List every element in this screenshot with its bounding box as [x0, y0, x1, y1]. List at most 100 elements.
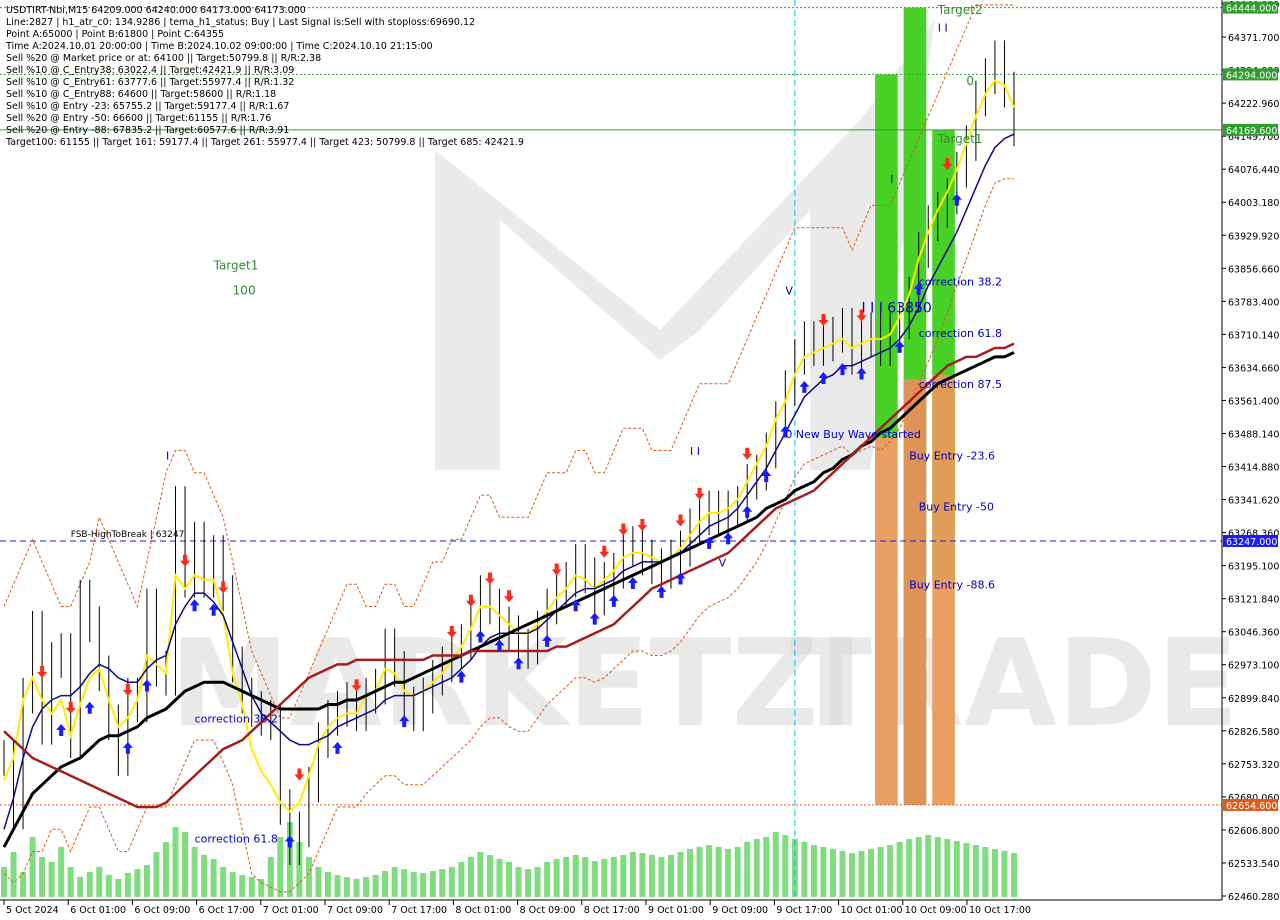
x-axis-tick-label: 8 Oct 09:00 [520, 905, 576, 916]
sell-arrow-icon [465, 594, 476, 607]
volume-bar [534, 867, 541, 897]
info-line: Line:2827 | h1_atr_c0: 134.9286 | tema_h… [6, 17, 475, 28]
buy-arrow-icon [189, 599, 200, 612]
volume-bar [477, 852, 484, 897]
volume-bar [753, 839, 760, 897]
y-axis-tick-label: 63488.140 [1228, 429, 1279, 440]
volume-bar [372, 875, 379, 897]
price-tag-label: 63247.000 [1226, 537, 1277, 548]
volume-bar [801, 842, 808, 897]
sell-arrow-icon [37, 666, 48, 679]
chart-annotation-label: I I I 63850 [862, 300, 932, 316]
buy-arrow-icon [761, 470, 772, 483]
volume-bar [525, 869, 532, 897]
sell-arrow-icon [742, 447, 753, 460]
chart-annotation-label: I [166, 449, 169, 462]
buy-arrow-icon [608, 594, 619, 607]
volume-bar [772, 832, 779, 897]
sell-arrow-icon [694, 487, 705, 500]
x-axis-tick-label: 7 Oct 09:00 [327, 905, 383, 916]
volume-bar [820, 847, 827, 897]
volume-bar [953, 841, 960, 897]
buy-arrow-icon [141, 679, 152, 692]
volume-bar [201, 855, 208, 897]
y-axis-tick-label: 63121.840 [1228, 595, 1279, 606]
info-line: Sell %10 @ C_Entry38: 63022.4 || Target:… [6, 65, 294, 76]
volume-bar [1001, 851, 1008, 897]
y-axis-tick-label: 63195.100 [1228, 562, 1279, 573]
info-line: Sell %20 @ Entry -88: 67835.2 || Target:… [6, 125, 289, 136]
volume-bar [782, 835, 789, 897]
chart-annotation-label: Buy Entry -50 [919, 501, 994, 514]
chart-annotation-label: I I [690, 445, 700, 458]
chart-annotation-label: V [785, 285, 793, 298]
price-tag-label: 64294.000 [1226, 70, 1277, 81]
volume-bar [86, 872, 93, 897]
chart-annotation-label: correction 38.2 [195, 712, 278, 725]
info-line: Sell %10 @ Entry -23: 65755.2 || Target:… [6, 101, 289, 112]
volume-bar [410, 872, 417, 897]
info-line: Sell %20 @ Market price or at: 64100 || … [6, 53, 321, 64]
watermark-text-right: TRADE [790, 615, 1239, 754]
y-axis-tick-label: 62899.840 [1228, 694, 1279, 705]
zone-orange-bar-2 [903, 379, 927, 805]
volume-bar [496, 859, 503, 897]
volume-bar [687, 849, 694, 897]
x-axis-tick-label: 7 Oct 01:00 [263, 905, 319, 916]
x-axis-tick-label: 6 Oct 01:00 [70, 905, 126, 916]
volume-bar [658, 857, 665, 897]
volume-bar [267, 857, 274, 897]
volume-bar [334, 875, 341, 897]
volume-bar [239, 875, 246, 897]
price-chart[interactable]: MARKETZI TRADE Target1 100 Target2 Target1 c… [0, 0, 1280, 920]
chart-annotation-label: V [719, 556, 727, 569]
volume-bar [191, 847, 198, 897]
volume-bar [229, 872, 236, 897]
volume-bar [315, 867, 322, 897]
y-axis-tick-label: 62606.800 [1228, 826, 1279, 837]
y-axis-tick-label: 64003.180 [1228, 198, 1279, 209]
volume-bar [401, 869, 408, 897]
volume-bar [963, 843, 970, 897]
volume-bar [420, 873, 427, 897]
info-line: Time A:2024.10.01 20:00:00 | Time B:2024… [5, 41, 433, 52]
volume-bar [572, 855, 579, 897]
y-axis-tick-label: 62460.280 [1228, 892, 1279, 903]
volume-bar [429, 871, 436, 897]
price-tag-label: 62654.600 [1226, 801, 1277, 812]
sell-arrow-icon [675, 514, 686, 527]
buy-arrow-icon [84, 701, 95, 714]
volume-bar [553, 859, 560, 897]
volume-bar [220, 867, 227, 897]
volume-bar [382, 871, 389, 897]
buy-arrow-icon [742, 505, 753, 518]
volume-bar [305, 857, 312, 897]
volume-bar [544, 862, 551, 897]
volume-bar [925, 835, 932, 897]
volume-bar [105, 875, 112, 897]
chart-annotation-label: correction 61.8 [919, 327, 1002, 340]
sell-arrow-icon [122, 683, 133, 696]
x-axis-tick-label: 10 Oct 17:00 [969, 905, 1031, 916]
volume-bar [1, 867, 7, 897]
volume-bar [448, 867, 455, 897]
info-line: Sell %10 @ C_Entry88: 64600 || Target:58… [6, 89, 276, 100]
volume-bar [648, 855, 655, 897]
buy-arrow-icon [627, 576, 638, 589]
volume-bar [906, 839, 913, 897]
chart-annotation-label: Target1 [213, 259, 259, 273]
volume-bar [725, 849, 732, 897]
chart-annotation-label: correction 87.5 [919, 378, 1002, 391]
x-axis-tick-label: 10 Oct 09:00 [905, 905, 967, 916]
volume-bar [506, 862, 512, 897]
chart-annotation-label: I I [938, 22, 948, 35]
y-axis-tick-label: 63341.620 [1228, 496, 1279, 507]
buy-arrow-icon [284, 835, 295, 848]
x-axis-tick-label: 9 Oct 01:00 [648, 905, 704, 916]
y-axis-tick-label: 63783.400 [1228, 297, 1279, 308]
volume-bar [744, 842, 751, 897]
buy-arrow-icon [723, 532, 734, 545]
y-axis-tick-label: 63710.140 [1228, 330, 1279, 341]
volume-bar [77, 877, 84, 897]
zone-green-bar-1 [875, 74, 898, 438]
